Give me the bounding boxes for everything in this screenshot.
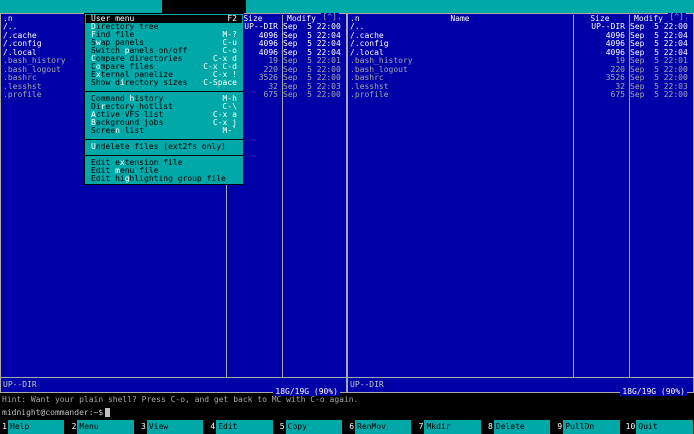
menubar-item[interactable]: Right	[350, 0, 425, 24]
menubar-item[interactable]: Left	[2, 0, 72, 24]
prompt-text: midnight@commander:~$	[2, 408, 104, 417]
function-key-number: 4	[210, 422, 216, 431]
menu-bar: Left File Command Options Right	[0, 0, 694, 24]
function-key-number: 9	[557, 422, 563, 431]
file-name: .bashrc	[350, 74, 384, 82]
panel-history-button[interactable]: [^]	[667, 13, 686, 21]
menu-item[interactable]	[85, 135, 243, 143]
file-mtime: Sep 5 22:00	[283, 90, 341, 99]
menu-item-label: Undelete files (ext2fs only)	[91, 142, 226, 151]
function-key-label: RenMov	[355, 420, 412, 434]
text-cursor	[105, 408, 111, 417]
sort-indicator: .n	[350, 14, 360, 23]
function-key-label: PullDn	[563, 420, 620, 434]
function-key-number: 10	[625, 422, 636, 431]
menu-item[interactable]: Show directory sizes C-Space	[86, 79, 242, 87]
function-key-label: Mkdir	[424, 420, 481, 434]
column-header-name[interactable]: Name	[348, 14, 572, 23]
function-key-number: 7	[418, 422, 424, 431]
function-key-button[interactable]: 5 Copy	[278, 420, 347, 434]
file-name: .lesshst	[350, 82, 389, 91]
menu-item[interactable]: Screen list M-`	[86, 127, 242, 135]
right-panel: .n Name Size Modify time [^] /.. UP--DIR…	[347, 13, 694, 396]
function-key-label: Help	[8, 420, 65, 434]
file-name: .bash_logout	[350, 65, 408, 74]
menubar-item[interactable]: File	[82, 0, 152, 24]
function-key-label: View	[146, 420, 204, 434]
function-key-label: Delete	[493, 420, 551, 434]
menu-item[interactable]: Edit highlighting group file	[86, 175, 242, 183]
hint-line: Hint: Want your plain shell? Press C-o, …	[0, 393, 694, 406]
function-key-number: 5	[279, 422, 285, 431]
function-key-button[interactable]: 1 Help	[0, 420, 69, 434]
menu-item-shortcut: M-`	[222, 126, 237, 135]
file-mtime: Sep 5 22:00	[630, 90, 688, 99]
file-name: /.config	[350, 40, 389, 48]
function-key-number: 1	[2, 422, 7, 431]
function-key-button[interactable]: 7 Mkdir	[416, 420, 485, 434]
sort-indicator: .n	[3, 14, 13, 23]
menu-item-label: Show directory sizes	[91, 78, 188, 87]
menu-item-shortcut: C-Space	[203, 78, 237, 87]
file-name: .bash_history	[350, 57, 413, 65]
function-key-bar: 1 Help 2 Menu 3 View 4 Edit 5 Copy 6 Ren…	[0, 420, 694, 434]
file-name: /.local	[350, 48, 384, 57]
menu-item[interactable]	[85, 87, 243, 95]
hint-text: Hint: Want your plain shell? Press C-o, …	[2, 395, 359, 404]
function-key-number: 3	[140, 422, 146, 431]
function-key-button[interactable]: 4 Edit	[208, 420, 277, 434]
function-key-button[interactable]: 6 RenMov	[347, 420, 416, 434]
function-key-button[interactable]: 3 View	[139, 420, 208, 434]
column-divider	[573, 15, 574, 377]
midnight-commander-screen: Left File Command Options Right User men…	[0, 0, 694, 434]
file-size: 675	[610, 90, 625, 99]
free-space-indicator: 18G/19G (90%)	[273, 387, 340, 396]
function-key-button[interactable]: 10 Quit	[625, 420, 694, 434]
file-name: /..	[350, 23, 365, 31]
column-divider	[629, 15, 630, 377]
function-key-button[interactable]: 8 Delete	[486, 420, 555, 434]
menu-item-shortcut: F2	[227, 14, 237, 23]
file-row[interactable]: .profile 675 Sep 5 22:00	[348, 90, 693, 100]
menu-item-label: Edit highlighting group file	[91, 174, 226, 183]
column-header-size[interactable]: Size	[572, 14, 628, 23]
function-key-label: Edit	[216, 420, 273, 434]
panel-history-button[interactable]: [^]	[320, 13, 339, 21]
column-divider	[282, 15, 283, 377]
right-file-list: /.. UP--DIR Sep 5 22:00 /.cache 4096 Sep…	[348, 22, 693, 100]
function-key-label: Copy	[285, 420, 343, 434]
function-key-label: Menu	[77, 420, 134, 434]
menubar-item[interactable]: Command	[161, 0, 246, 24]
function-key-number: 8	[488, 422, 493, 431]
right-panel-header: .n Name Size Modify time	[348, 14, 693, 23]
file-name: .profile	[350, 91, 389, 99]
menu-item[interactable]	[85, 151, 243, 159]
free-space-indicator: 18G/19G (90%)	[620, 387, 687, 396]
menu-item-label: Screen list	[91, 126, 145, 135]
file-name: /.cache	[350, 31, 384, 40]
function-key-button[interactable]: 2 Menu	[69, 420, 138, 434]
menu-item[interactable]: Undelete files (ext2fs only)	[86, 143, 242, 151]
function-key-number: 6	[349, 422, 355, 431]
command-prompt[interactable]: midnight@commander:~$	[0, 406, 694, 420]
function-key-number: 2	[71, 422, 77, 431]
function-key-button[interactable]: 9 PullDn	[555, 420, 624, 434]
function-key-label: Quit	[636, 420, 694, 434]
command-menu-dropdown: User menu F2 Directory tree Find file M-…	[84, 13, 244, 185]
